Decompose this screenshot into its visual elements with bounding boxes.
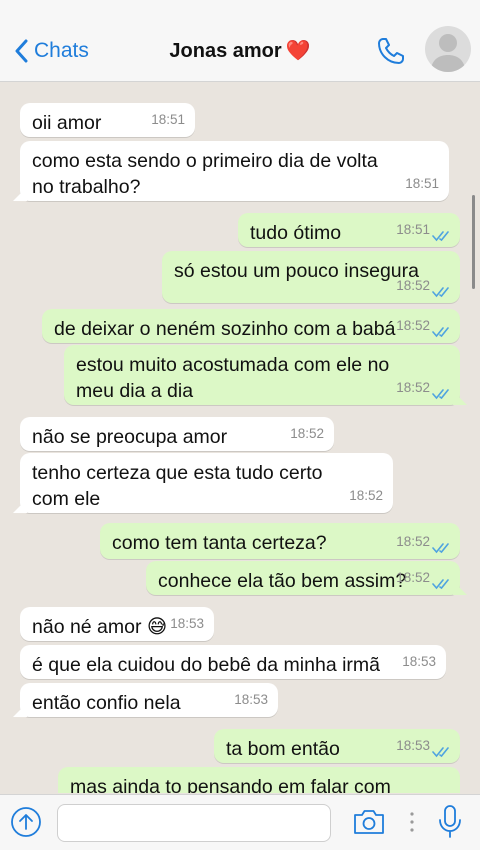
message-text: como esta sendo o primeiro dia de volta …	[32, 150, 378, 198]
message-time: 18:53	[396, 738, 430, 753]
contact-title[interactable]: Jonas amor ❤️	[0, 38, 480, 63]
message-time: 18:52	[396, 278, 430, 293]
message-text: tenho certeza que esta tudo certo com el…	[32, 462, 323, 510]
double-check-icon	[432, 389, 449, 400]
message-text: só estou um pouco insegura	[174, 260, 419, 282]
message-time: 18:52	[349, 488, 383, 503]
message-bubble[interactable]: tenho certeza que esta tudo certo com el…	[20, 453, 393, 513]
message-time: 18:53	[170, 616, 204, 631]
message-text: não se preocupa amor	[32, 426, 228, 448]
contact-name: Jonas amor	[169, 40, 282, 62]
message-time: 18:52	[290, 426, 324, 441]
message-text: conhece ela tão bem assim?	[158, 570, 407, 592]
vertical-dots-icon[interactable]	[409, 807, 415, 837]
message-time: 18:51	[396, 222, 430, 237]
message-bubble[interactable]: ta bom então 18:53	[214, 729, 460, 763]
message-text: estou muito acostumada com ele no meu di…	[76, 354, 390, 402]
chat-header: Chats Jonas amor ❤️	[0, 0, 480, 82]
message-bubble[interactable]: tudo ótimo 18:51	[238, 213, 460, 247]
camera-icon[interactable]	[352, 808, 386, 836]
message-bubble[interactable]: não se preocupa amor 18:52	[20, 417, 334, 451]
double-check-icon	[432, 543, 449, 554]
arrow-up-circle-icon[interactable]	[10, 806, 42, 838]
message-time: 18:52	[396, 570, 430, 585]
message-bubble[interactable]: é que ela cuidou do bebê da minha irmã 1…	[20, 645, 446, 679]
message-bubble[interactable]: conhece ela tão bem assim? 18:52	[146, 561, 460, 595]
message-text: oii amor	[32, 112, 102, 134]
avatar[interactable]	[425, 26, 471, 72]
message-bubble[interactable]: mas ainda to pensando em falar com	[58, 767, 460, 793]
composer-bar	[0, 794, 480, 850]
message-text: é que ela cuidou do bebê da minha irmã	[32, 654, 380, 676]
heart-emoji: ❤️	[285, 40, 311, 62]
message-time: 18:52	[396, 380, 430, 395]
message-text: não né amor 😅	[32, 616, 168, 638]
message-time: 18:53	[234, 692, 268, 707]
message-bubble[interactable]: não né amor 😅 18:53	[20, 607, 214, 641]
message-text: mas ainda to pensando em falar com	[70, 776, 391, 793]
double-check-icon	[432, 327, 449, 338]
microphone-icon[interactable]	[437, 804, 463, 840]
message-bubble[interactable]: então confio nela 18:53	[20, 683, 278, 717]
double-check-icon	[432, 747, 449, 758]
message-text: como tem tanta certeza?	[112, 532, 327, 554]
message-list[interactable]: oii amor 18:51 como esta sendo o primeir…	[0, 83, 480, 793]
message-time: 18:51	[405, 176, 439, 191]
message-bubble[interactable]: como tem tanta certeza? 18:52	[100, 523, 460, 559]
message-text: tudo ótimo	[250, 222, 342, 244]
scrollbar[interactable]	[472, 195, 475, 289]
double-check-icon	[432, 579, 449, 590]
avatar-placeholder-icon	[430, 34, 466, 72]
message-bubble[interactable]: de deixar o neném sozinho com a babá 18:…	[42, 309, 460, 343]
message-text: de deixar o neném sozinho com a babá	[54, 318, 396, 340]
message-bubble[interactable]: oii amor 18:51	[20, 103, 195, 137]
message-bubble[interactable]: como esta sendo o primeiro dia de volta …	[20, 141, 449, 201]
message-time: 18:53	[402, 654, 436, 669]
message-text: então confio nela	[32, 692, 181, 714]
message-input[interactable]	[57, 804, 331, 842]
phone-icon[interactable]	[375, 35, 407, 67]
double-check-icon	[432, 231, 449, 242]
message-time: 18:52	[396, 318, 430, 333]
message-time: 18:51	[151, 112, 185, 127]
message-bubble[interactable]: só estou um pouco insegura 18:52	[162, 251, 460, 303]
message-time: 18:52	[396, 534, 430, 549]
message-bubble[interactable]: estou muito acostumada com ele no meu di…	[64, 345, 460, 405]
message-text: ta bom então	[226, 738, 340, 760]
double-check-icon	[432, 287, 449, 298]
